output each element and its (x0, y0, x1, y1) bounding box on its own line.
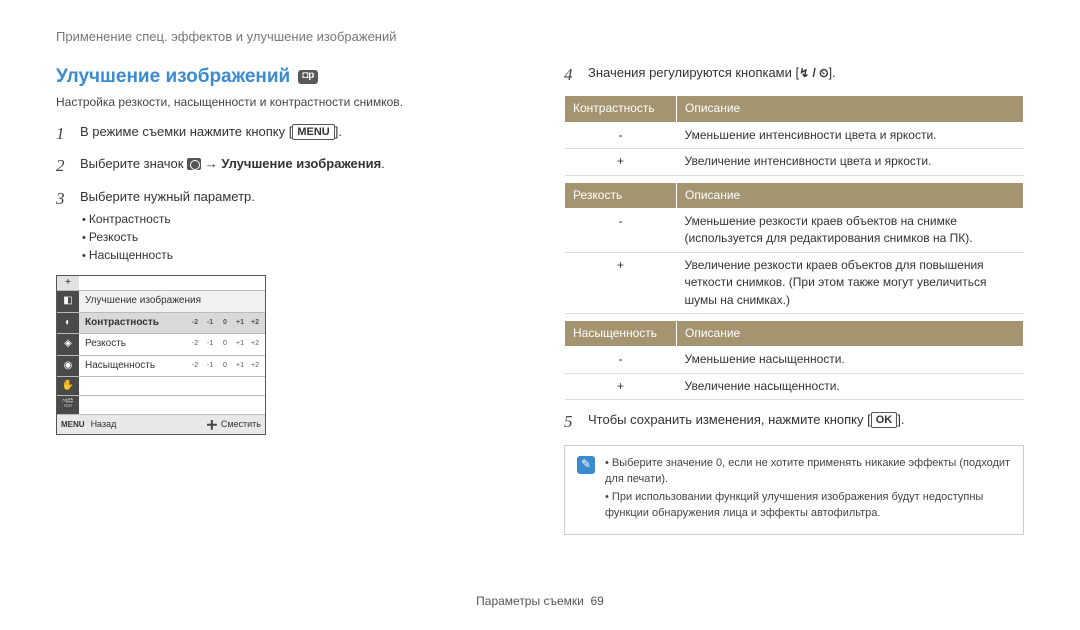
ok-button-icon: OK (871, 412, 898, 428)
step-number: 2 (56, 154, 70, 179)
lcd-row-saturation: Насыщенность -2-10+1+2 (79, 356, 265, 377)
camera-icon (187, 158, 201, 170)
menu-key-label: MENU (61, 419, 85, 431)
section-title: Улучшение изображений ◘p (56, 63, 516, 91)
step-5-text: Чтобы сохранить изменения, нажмите кнопк… (588, 410, 1024, 435)
lcd-scale: -2-10+1+2 (191, 361, 259, 371)
movie-icon: 🎬 (57, 396, 79, 414)
adjust-icon: ◧ (57, 291, 79, 312)
section-title-text: Улучшение изображений (56, 63, 290, 91)
lcd-move-label: Сместить (221, 418, 261, 431)
saturation-icon: ◉ (57, 356, 79, 377)
menu-button-icon: MENU (292, 124, 334, 140)
left-column: Улучшение изображений ◘p Настройка резко… (56, 63, 516, 535)
lcd-title: Улучшение изображения (79, 291, 265, 312)
contrast-table: КонтрастностьОписание -Уменьшение интенс… (564, 95, 1024, 175)
step-4-text: Значения регулируются кнопками [↯ / ⏲]. (588, 63, 1024, 88)
sharpness-table: РезкостьОписание -Уменьшение резкости кр… (564, 182, 1024, 314)
info-icon: ✎ (577, 456, 595, 474)
note-item: При использовании функций улучшения изоб… (605, 490, 1011, 522)
step-number: 1 (56, 122, 70, 147)
mode-badge-icon: ◘p (298, 70, 318, 84)
plus-icon: + (57, 276, 79, 291)
dpad-icon (207, 420, 217, 430)
lcd-row-sharpness: Резкость -2-10+1+2 (79, 334, 265, 355)
step-1-text: В режиме съемки нажмите кнопку [MENU]. (80, 122, 516, 147)
hand-icon: ✋ (57, 377, 79, 395)
contrast-icon: ◐ (57, 313, 79, 334)
lcd-scale: -2-10+1+2 (191, 339, 259, 349)
lcd-scale: -2-10+1+2 (191, 318, 259, 328)
note-box: ✎ Выберите значение 0, если не хотите пр… (564, 445, 1024, 535)
note-item: Выберите значение 0, если не хотите прим… (605, 456, 1011, 488)
flash-timer-icon: ↯ / ⏲ (799, 65, 828, 82)
right-column: 4 Значения регулируются кнопками [↯ / ⏲]… (564, 63, 1024, 535)
page-footer: Параметры съемки 69 (0, 593, 1080, 610)
lcd-row-contrast: Контрастность -2-10+1+2 (79, 313, 265, 334)
step-number: 5 (564, 410, 578, 435)
step-number: 3 (56, 187, 70, 265)
lcd-back-label: Назад (91, 418, 117, 431)
step-2-text: Выберите значок → Улучшение изображения. (80, 154, 516, 179)
section-subtitle: Настройка резкости, насыщенности и контр… (56, 94, 516, 111)
saturation-table: НасыщенностьОписание -Уменьшение насыщен… (564, 320, 1024, 400)
lcd-footer: MENU Назад Сместить (57, 414, 265, 434)
breadcrumb: Применение спец. эффектов и улучшение из… (56, 28, 1024, 47)
camera-lcd-mockup: + ◧ Улучшение изображения ◐ Контрастност… (56, 275, 266, 436)
step-number: 4 (564, 63, 578, 88)
step-3-text: Выберите нужный параметр. Контрастность … (80, 187, 516, 265)
sharpness-icon: ◈ (57, 334, 79, 355)
step-3-bullets: Контрастность Резкость Насыщенность (82, 211, 516, 265)
